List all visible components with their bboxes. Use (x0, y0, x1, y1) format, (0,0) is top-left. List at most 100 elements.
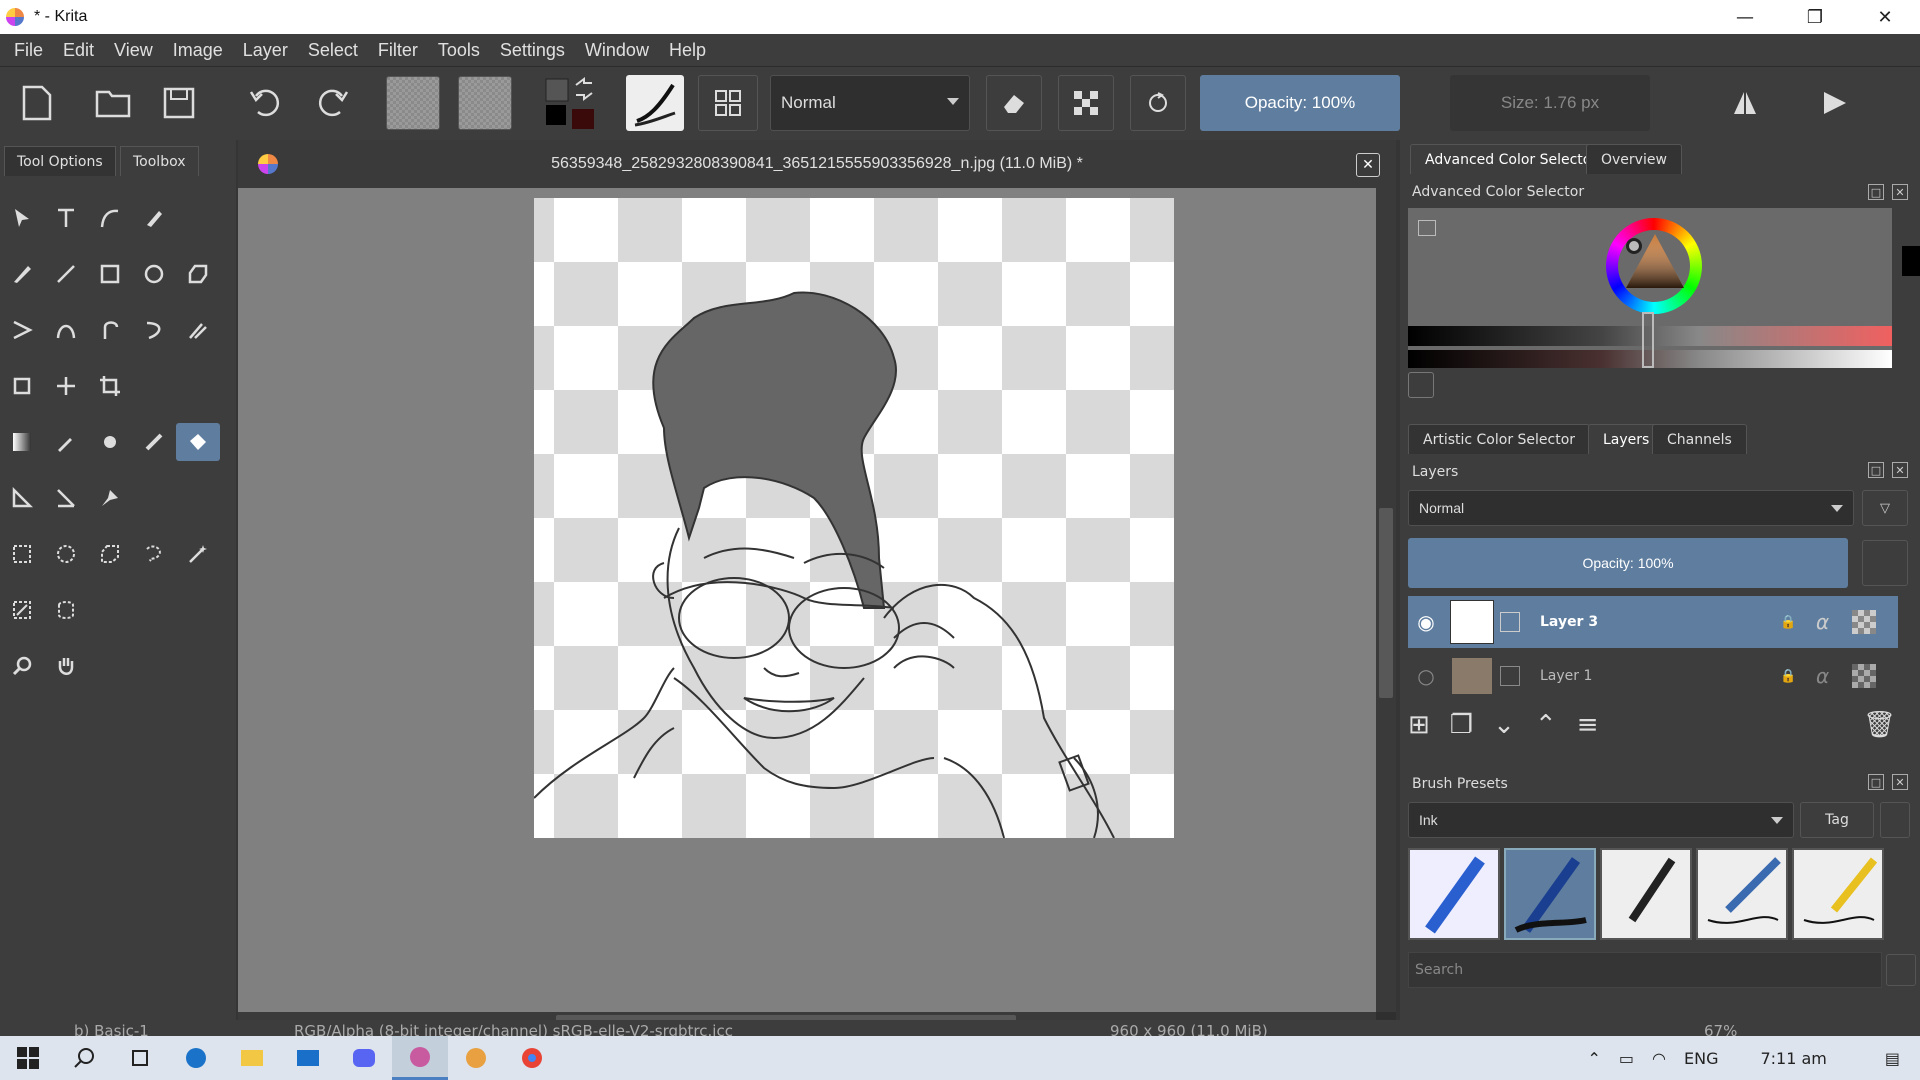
menu-filter[interactable]: Filter (368, 40, 428, 61)
layer-blend-mode-dropdown[interactable]: Normal (1408, 490, 1854, 526)
task-view-icon[interactable] (112, 1036, 168, 1080)
tab-overview[interactable]: Overview (1586, 144, 1682, 174)
canvas-viewport[interactable] (238, 188, 1376, 1012)
select-shapes-tool-icon[interactable] (0, 199, 44, 237)
color-picker-tool-icon[interactable] (44, 423, 88, 461)
ellipse-tool-icon[interactable] (132, 255, 176, 293)
new-document-icon[interactable] (20, 75, 54, 131)
menu-help[interactable]: Help (659, 40, 716, 61)
tab-tool-options[interactable]: Tool Options (4, 146, 116, 176)
clock[interactable]: 7:11 am (1760, 1049, 1826, 1068)
close-brush-icon[interactable]: ✕ (1892, 774, 1908, 790)
ellipse-select-tool-icon[interactable] (44, 535, 88, 573)
brush-preset-item[interactable] (1792, 848, 1884, 940)
close-document-icon[interactable]: ✕ (1356, 153, 1380, 177)
brush-preset-item[interactable] (1408, 848, 1500, 940)
save-brush-icon[interactable] (1886, 954, 1916, 986)
dynamic-brush-tool-icon[interactable] (132, 311, 176, 349)
color-selector-widget[interactable] (1408, 208, 1920, 368)
menu-image[interactable]: Image (163, 40, 233, 61)
rectangle-tool-icon[interactable] (88, 255, 132, 293)
krita-taskbar-icon[interactable] (392, 1036, 448, 1080)
brush-preset-button[interactable] (626, 75, 684, 131)
undo-icon[interactable] (248, 75, 282, 131)
float-panel-icon[interactable]: □ (1868, 184, 1884, 200)
inherit-alpha-icon[interactable] (1852, 664, 1876, 688)
tab-advanced-color-selector[interactable]: Advanced Color Selector (1410, 144, 1613, 174)
tab-channels[interactable]: Channels (1652, 424, 1747, 454)
smart-patch-tool-icon[interactable] (88, 423, 132, 461)
close-panel-icon[interactable]: ✕ (1892, 184, 1908, 200)
file-explorer-icon[interactable] (224, 1036, 280, 1080)
zoom-tool-icon[interactable] (0, 647, 44, 685)
tab-artistic-color-selector[interactable]: Artistic Color Selector (1408, 424, 1591, 454)
rect-select-tool-icon[interactable] (0, 535, 44, 573)
transform-tool-icon[interactable] (0, 367, 44, 405)
redo-icon[interactable] (316, 75, 350, 131)
add-layer-icon[interactable]: ⊞ (1408, 710, 1430, 740)
bezier-curve-tool-icon[interactable] (44, 311, 88, 349)
menu-file[interactable]: File (4, 40, 53, 61)
color-settings-icon[interactable] (1418, 220, 1436, 236)
gradient-fill-button[interactable] (386, 75, 440, 131)
polyline-tool-icon[interactable] (0, 311, 44, 349)
size-slider[interactable]: Size: 1.76 px (1450, 75, 1650, 131)
color-picker-handle[interactable] (1626, 238, 1642, 254)
chrome-browser-icon[interactable] (504, 1036, 560, 1080)
multibrush-tool-icon[interactable] (176, 311, 220, 349)
brush-preset-item-selected[interactable] (1504, 848, 1596, 940)
brush-tag-dropdown[interactable]: Ink (1408, 802, 1794, 838)
lock-icon[interactable]: 🔒 (1780, 669, 1816, 684)
gradient-tool-icon[interactable] (0, 423, 44, 461)
language-indicator[interactable]: ENG (1684, 1049, 1718, 1068)
close-layers-icon[interactable]: ✕ (1892, 462, 1908, 478)
polygon-select-tool-icon[interactable] (88, 535, 132, 573)
brush-view-options-icon[interactable] (1880, 802, 1910, 838)
reference-pin-icon[interactable] (88, 479, 132, 517)
move-layer-down-icon[interactable]: ⌄ (1493, 710, 1515, 740)
bezier-select-tool-icon[interactable] (44, 591, 88, 629)
layer-row-layer-1[interactable]: ○ Layer 1 🔒 α (1408, 650, 1898, 702)
restore-button[interactable]: ❐ (1780, 0, 1850, 34)
edit-shapes-tool-icon[interactable] (132, 199, 176, 237)
vertical-scrollbar[interactable] (1376, 188, 1396, 1012)
calligraphy-tool-icon[interactable] (88, 199, 132, 237)
measure-tool-icon[interactable] (0, 479, 44, 517)
battery-icon[interactable]: ▭ (1619, 1049, 1634, 1068)
menu-select[interactable]: Select (298, 40, 368, 61)
pattern-fill-button[interactable] (458, 75, 512, 131)
minimize-button[interactable]: — (1710, 0, 1780, 34)
mirror-vertical-icon[interactable] (1810, 75, 1860, 131)
layer-settings-icon[interactable]: ≡ (1577, 710, 1599, 740)
fill-tool-icon[interactable] (132, 423, 176, 461)
menu-window[interactable]: Window (575, 40, 659, 61)
line-tool-icon[interactable] (44, 255, 88, 293)
mirror-horizontal-icon[interactable] (1720, 75, 1770, 131)
hue-ring[interactable] (1606, 218, 1702, 314)
paint-app-icon[interactable] (448, 1036, 504, 1080)
similar-select-tool-icon[interactable] (0, 591, 44, 629)
mail-icon[interactable] (280, 1036, 336, 1080)
drawing-canvas[interactable] (533, 198, 1174, 839)
workspace-grid-icon[interactable] (698, 75, 758, 131)
delete-layer-icon[interactable]: 🗑 (1863, 710, 1896, 740)
color-refresh-icon[interactable] (1408, 372, 1434, 398)
assistant-tool-icon[interactable] (44, 479, 88, 517)
pan-tool-icon[interactable] (44, 647, 88, 685)
menu-view[interactable]: View (104, 40, 163, 61)
wifi-icon[interactable]: ◠ (1652, 1049, 1666, 1068)
brush-preset-item[interactable] (1600, 848, 1692, 940)
move-tool-icon[interactable] (44, 367, 88, 405)
layer-properties-icon[interactable] (1862, 540, 1908, 586)
alpha-lock-icon[interactable]: α (1816, 664, 1852, 688)
move-layer-up-icon[interactable]: ⌃ (1535, 710, 1557, 740)
brush-search-input[interactable]: Search (1408, 952, 1882, 988)
tray-chevron-icon[interactable]: ⌃ (1587, 1049, 1600, 1068)
reload-preset-icon[interactable] (1130, 75, 1186, 131)
float-layers-icon[interactable]: □ (1868, 462, 1884, 478)
menu-settings[interactable]: Settings (490, 40, 575, 61)
layer-row-layer-3[interactable]: ◉ Layer 3 🔒 α (1408, 596, 1898, 648)
layer-filter-icon[interactable]: ▽ (1862, 490, 1908, 526)
alpha-lock-icon[interactable]: α (1816, 610, 1852, 634)
close-button[interactable]: ✕ (1850, 0, 1920, 34)
